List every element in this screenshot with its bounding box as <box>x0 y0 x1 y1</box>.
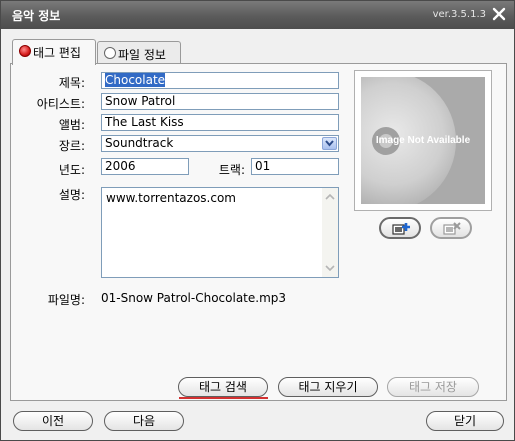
comment-value: www.torrentazos.com <box>106 191 236 205</box>
artist-input[interactable]: Snow Patrol <box>101 93 339 110</box>
tab-tag-edit[interactable]: 태그 편집 <box>12 39 96 65</box>
album-art-frame: Image Not Available <box>354 70 492 211</box>
album-input[interactable]: The Last Kiss <box>101 114 339 131</box>
comment-scrollbar[interactable] <box>322 188 338 277</box>
title-bar[interactable]: 음악 정보 ver.3.5.1.3 <box>1 1 514 29</box>
artist-value: Snow Patrol <box>105 94 176 108</box>
add-art-button[interactable] <box>379 217 421 239</box>
clear-tag-button[interactable]: 태그 지우기 <box>278 377 378 397</box>
chevron-down-icon[interactable] <box>322 137 337 150</box>
genre-label: 장르: <box>58 139 85 153</box>
scroll-up-icon[interactable] <box>322 189 338 205</box>
title-label: 제목: <box>58 76 85 90</box>
save-tag-button[interactable]: 태그 저장 <box>387 377 479 397</box>
tab-label: 파일 정보 <box>118 48 166 62</box>
title-input[interactable]: Chocolate <box>101 72 339 89</box>
filename-label: 파일명: <box>47 293 85 307</box>
year-label: 년도: <box>58 163 85 177</box>
next-button[interactable]: 다음 <box>104 411 184 431</box>
radio-selected-icon <box>19 45 31 57</box>
delete-art-button[interactable] <box>430 217 472 239</box>
art-placeholder-text: Image Not Available <box>375 135 471 146</box>
genre-select[interactable]: Soundtrack <box>101 135 339 152</box>
window-title: 음악 정보 <box>12 9 61 23</box>
track-label: 트랙: <box>218 163 245 177</box>
title-value: Chocolate <box>105 73 166 87</box>
version-label: ver.3.5.1.3 <box>432 9 486 20</box>
album-value: The Last Kiss <box>105 115 184 129</box>
close-button[interactable]: 닫기 <box>426 411 504 431</box>
close-icon[interactable] <box>490 5 508 23</box>
year-value: 2006 <box>105 159 136 173</box>
radio-unselected-icon <box>104 47 116 59</box>
prev-button[interactable]: 이전 <box>13 411 93 431</box>
comment-textarea[interactable]: www.torrentazos.com <box>101 187 339 278</box>
add-image-icon <box>392 223 410 235</box>
tab-file-info[interactable]: 파일 정보 <box>97 41 181 64</box>
search-tag-button[interactable]: 태그 검색 <box>178 377 268 397</box>
comment-label: 설명: <box>58 188 85 202</box>
track-input[interactable]: 01 <box>251 158 339 175</box>
filename-value: 01-Snow Patrol-Chocolate.mp3 <box>101 291 287 305</box>
delete-image-icon <box>443 222 461 235</box>
artist-label: 아티스트: <box>36 97 85 111</box>
scroll-down-icon[interactable] <box>322 260 338 276</box>
album-label: 앨범: <box>58 118 85 132</box>
year-input[interactable]: 2006 <box>101 158 189 175</box>
focus-underline <box>179 397 268 399</box>
tab-label: 태그 편집 <box>33 46 81 60</box>
music-info-window: 음악 정보 ver.3.5.1.3 태그 편집 파일 정보 제목: 아티스트: … <box>0 0 515 441</box>
track-value: 01 <box>255 159 271 173</box>
genre-value: Soundtrack <box>105 136 174 150</box>
